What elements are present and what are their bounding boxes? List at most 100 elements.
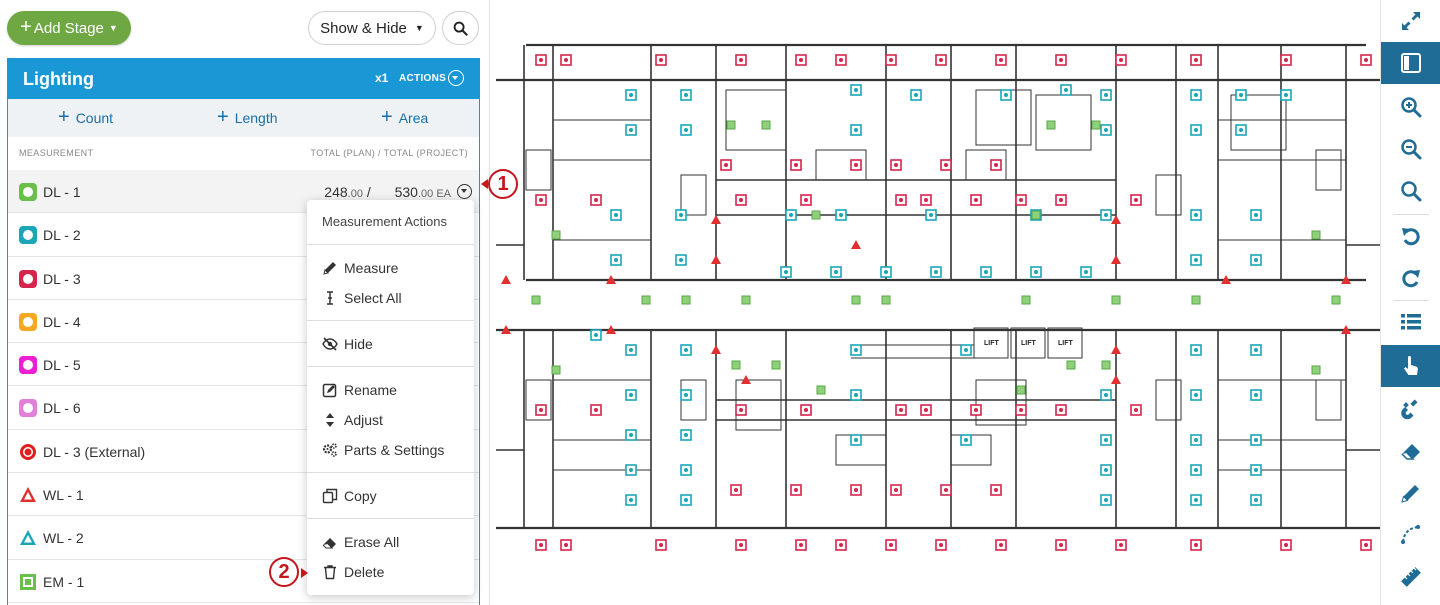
undo-icon bbox=[1402, 228, 1420, 246]
dl3-fixture-marker bbox=[890, 159, 902, 171]
plan-room-fixture bbox=[1315, 379, 1342, 421]
zoom-in-icon bbox=[1401, 97, 1422, 118]
dl2-fixture-marker bbox=[1250, 434, 1262, 446]
circle-caret-down-icon[interactable] bbox=[457, 184, 472, 199]
draw-tool-button[interactable] bbox=[1381, 472, 1440, 514]
eraser-tool-button[interactable] bbox=[1381, 430, 1440, 472]
dl2-fixture-marker bbox=[1190, 209, 1202, 221]
menu-divider bbox=[307, 472, 474, 473]
dl3-fixture-marker bbox=[535, 194, 547, 206]
dl3-fixture-marker bbox=[800, 404, 812, 416]
dl3-fixture-marker bbox=[735, 539, 747, 551]
menu-item-erase-all[interactable]: Erase All bbox=[322, 534, 399, 550]
search-button[interactable] bbox=[442, 11, 479, 45]
menu-item-select-all[interactable]: Select All bbox=[322, 290, 402, 306]
dl2-fixture-marker bbox=[1250, 389, 1262, 401]
eye-slash-icon bbox=[322, 337, 338, 351]
dl3-fixture-marker bbox=[940, 159, 952, 171]
fullscreen-button[interactable] bbox=[1381, 0, 1440, 42]
expand-icon bbox=[1402, 12, 1420, 30]
dl2-fixture-marker bbox=[1250, 254, 1262, 266]
zoom-fit-icon bbox=[1401, 181, 1422, 202]
dl3-fixture-marker bbox=[850, 159, 862, 171]
show-hide-button[interactable]: Show & Hide ▼ bbox=[308, 11, 436, 45]
menu-item-adjust[interactable]: Adjust bbox=[322, 412, 383, 428]
dl2-fixture-marker bbox=[1250, 464, 1262, 476]
zoom-in-button[interactable] bbox=[1381, 86, 1440, 128]
dl2-fixture-marker bbox=[1100, 389, 1112, 401]
menu-divider bbox=[307, 366, 474, 367]
em-fixture-marker bbox=[741, 295, 751, 305]
add-length-label: Length bbox=[234, 110, 278, 126]
copy-icon bbox=[322, 488, 338, 504]
plan-room-fixture bbox=[1230, 94, 1287, 151]
snap-button[interactable] bbox=[1381, 388, 1440, 430]
menu-item-hide[interactable]: Hide bbox=[322, 336, 373, 352]
plan-room-fixture bbox=[1315, 149, 1342, 191]
circle-caret-down-icon[interactable] bbox=[448, 70, 464, 86]
dl3-fixture-marker bbox=[590, 194, 602, 206]
dl2-fixture-marker bbox=[1100, 494, 1112, 506]
add-length-button[interactable]: + Length bbox=[217, 99, 278, 137]
menu-item-label: Copy bbox=[344, 488, 377, 504]
em-fixture-marker bbox=[1046, 120, 1056, 130]
sort-arrows-icon bbox=[326, 413, 334, 427]
list-icon bbox=[1401, 314, 1421, 330]
measurement-list-header: MEASUREMENT TOTAL (PLAN) / TOTAL (PROJEC… bbox=[8, 137, 479, 170]
redo-button[interactable] bbox=[1381, 257, 1440, 299]
plus-icon: + bbox=[20, 16, 32, 38]
search-icon bbox=[453, 21, 468, 36]
dl3-fixture-marker bbox=[1115, 54, 1127, 66]
stage-multiplier[interactable]: x1 bbox=[375, 71, 388, 85]
cogs-icon bbox=[322, 443, 337, 457]
square-circle-symbol-icon bbox=[19, 356, 37, 375]
arc-tool-button[interactable] bbox=[1381, 514, 1440, 556]
add-stage-label: Add Stage bbox=[33, 19, 104, 37]
dl2-fixture-marker bbox=[675, 254, 687, 266]
add-area-button[interactable]: + Area bbox=[381, 99, 428, 137]
em-fixture-marker bbox=[731, 360, 741, 370]
dl2-fixture-marker bbox=[850, 344, 862, 356]
dl2-fixture-marker bbox=[1100, 434, 1112, 446]
dl2-fixture-marker bbox=[1190, 464, 1202, 476]
pencil-icon bbox=[323, 262, 336, 275]
menu-item-copy[interactable]: Copy bbox=[322, 488, 377, 504]
zoom-out-icon bbox=[1401, 139, 1422, 160]
dl2-fixture-marker bbox=[610, 254, 622, 266]
plan-walls bbox=[496, 43, 1380, 530]
measure-tool-button[interactable] bbox=[1381, 556, 1440, 598]
dl2-fixture-marker bbox=[625, 429, 637, 441]
menu-item-rename[interactable]: Rename bbox=[322, 382, 397, 398]
dl2-fixture-marker bbox=[980, 266, 992, 278]
add-count-label: Count bbox=[75, 110, 114, 126]
plan-room-fixture bbox=[1155, 174, 1182, 216]
dl2-fixture-marker bbox=[1235, 89, 1247, 101]
dl3-fixture-marker bbox=[735, 194, 747, 206]
dl3-fixture-marker bbox=[535, 54, 547, 66]
dl3-fixture-marker bbox=[795, 54, 807, 66]
em-fixture-marker bbox=[1091, 120, 1101, 130]
split-view-button[interactable] bbox=[1381, 42, 1440, 84]
dl3-fixture-marker bbox=[1015, 194, 1027, 206]
menu-item-delete[interactable]: Delete bbox=[322, 564, 384, 580]
measurement-name: DL - 6 bbox=[43, 400, 81, 417]
add-count-button[interactable]: + Count bbox=[58, 99, 113, 137]
dl2-fixture-marker bbox=[835, 209, 847, 221]
zoom-fit-button[interactable] bbox=[1381, 170, 1440, 212]
dl3-fixture-marker bbox=[895, 194, 907, 206]
zoom-out-button[interactable] bbox=[1381, 128, 1440, 170]
em-fixture-marker bbox=[1311, 230, 1321, 240]
dl2-fixture-marker bbox=[1000, 89, 1012, 101]
dl2-fixture-marker bbox=[680, 389, 692, 401]
list-view-button[interactable] bbox=[1381, 301, 1440, 343]
add-stage-button[interactable]: + Add Stage ▼ bbox=[7, 11, 131, 45]
lift-label: LIFT bbox=[984, 340, 999, 347]
floor-plan-canvas[interactable]: LIFT LIFT LIFT bbox=[496, 0, 1380, 605]
dl3-fixture-marker bbox=[970, 194, 982, 206]
stage-actions-button[interactable]: ACTIONS bbox=[399, 73, 446, 84]
menu-item-parts-settings[interactable]: Parts & Settings bbox=[322, 442, 444, 458]
menu-item-measure[interactable]: Measure bbox=[322, 260, 398, 276]
undo-button[interactable] bbox=[1381, 215, 1440, 257]
select-tool-button[interactable] bbox=[1381, 345, 1440, 387]
text-cursor-icon bbox=[327, 291, 333, 305]
